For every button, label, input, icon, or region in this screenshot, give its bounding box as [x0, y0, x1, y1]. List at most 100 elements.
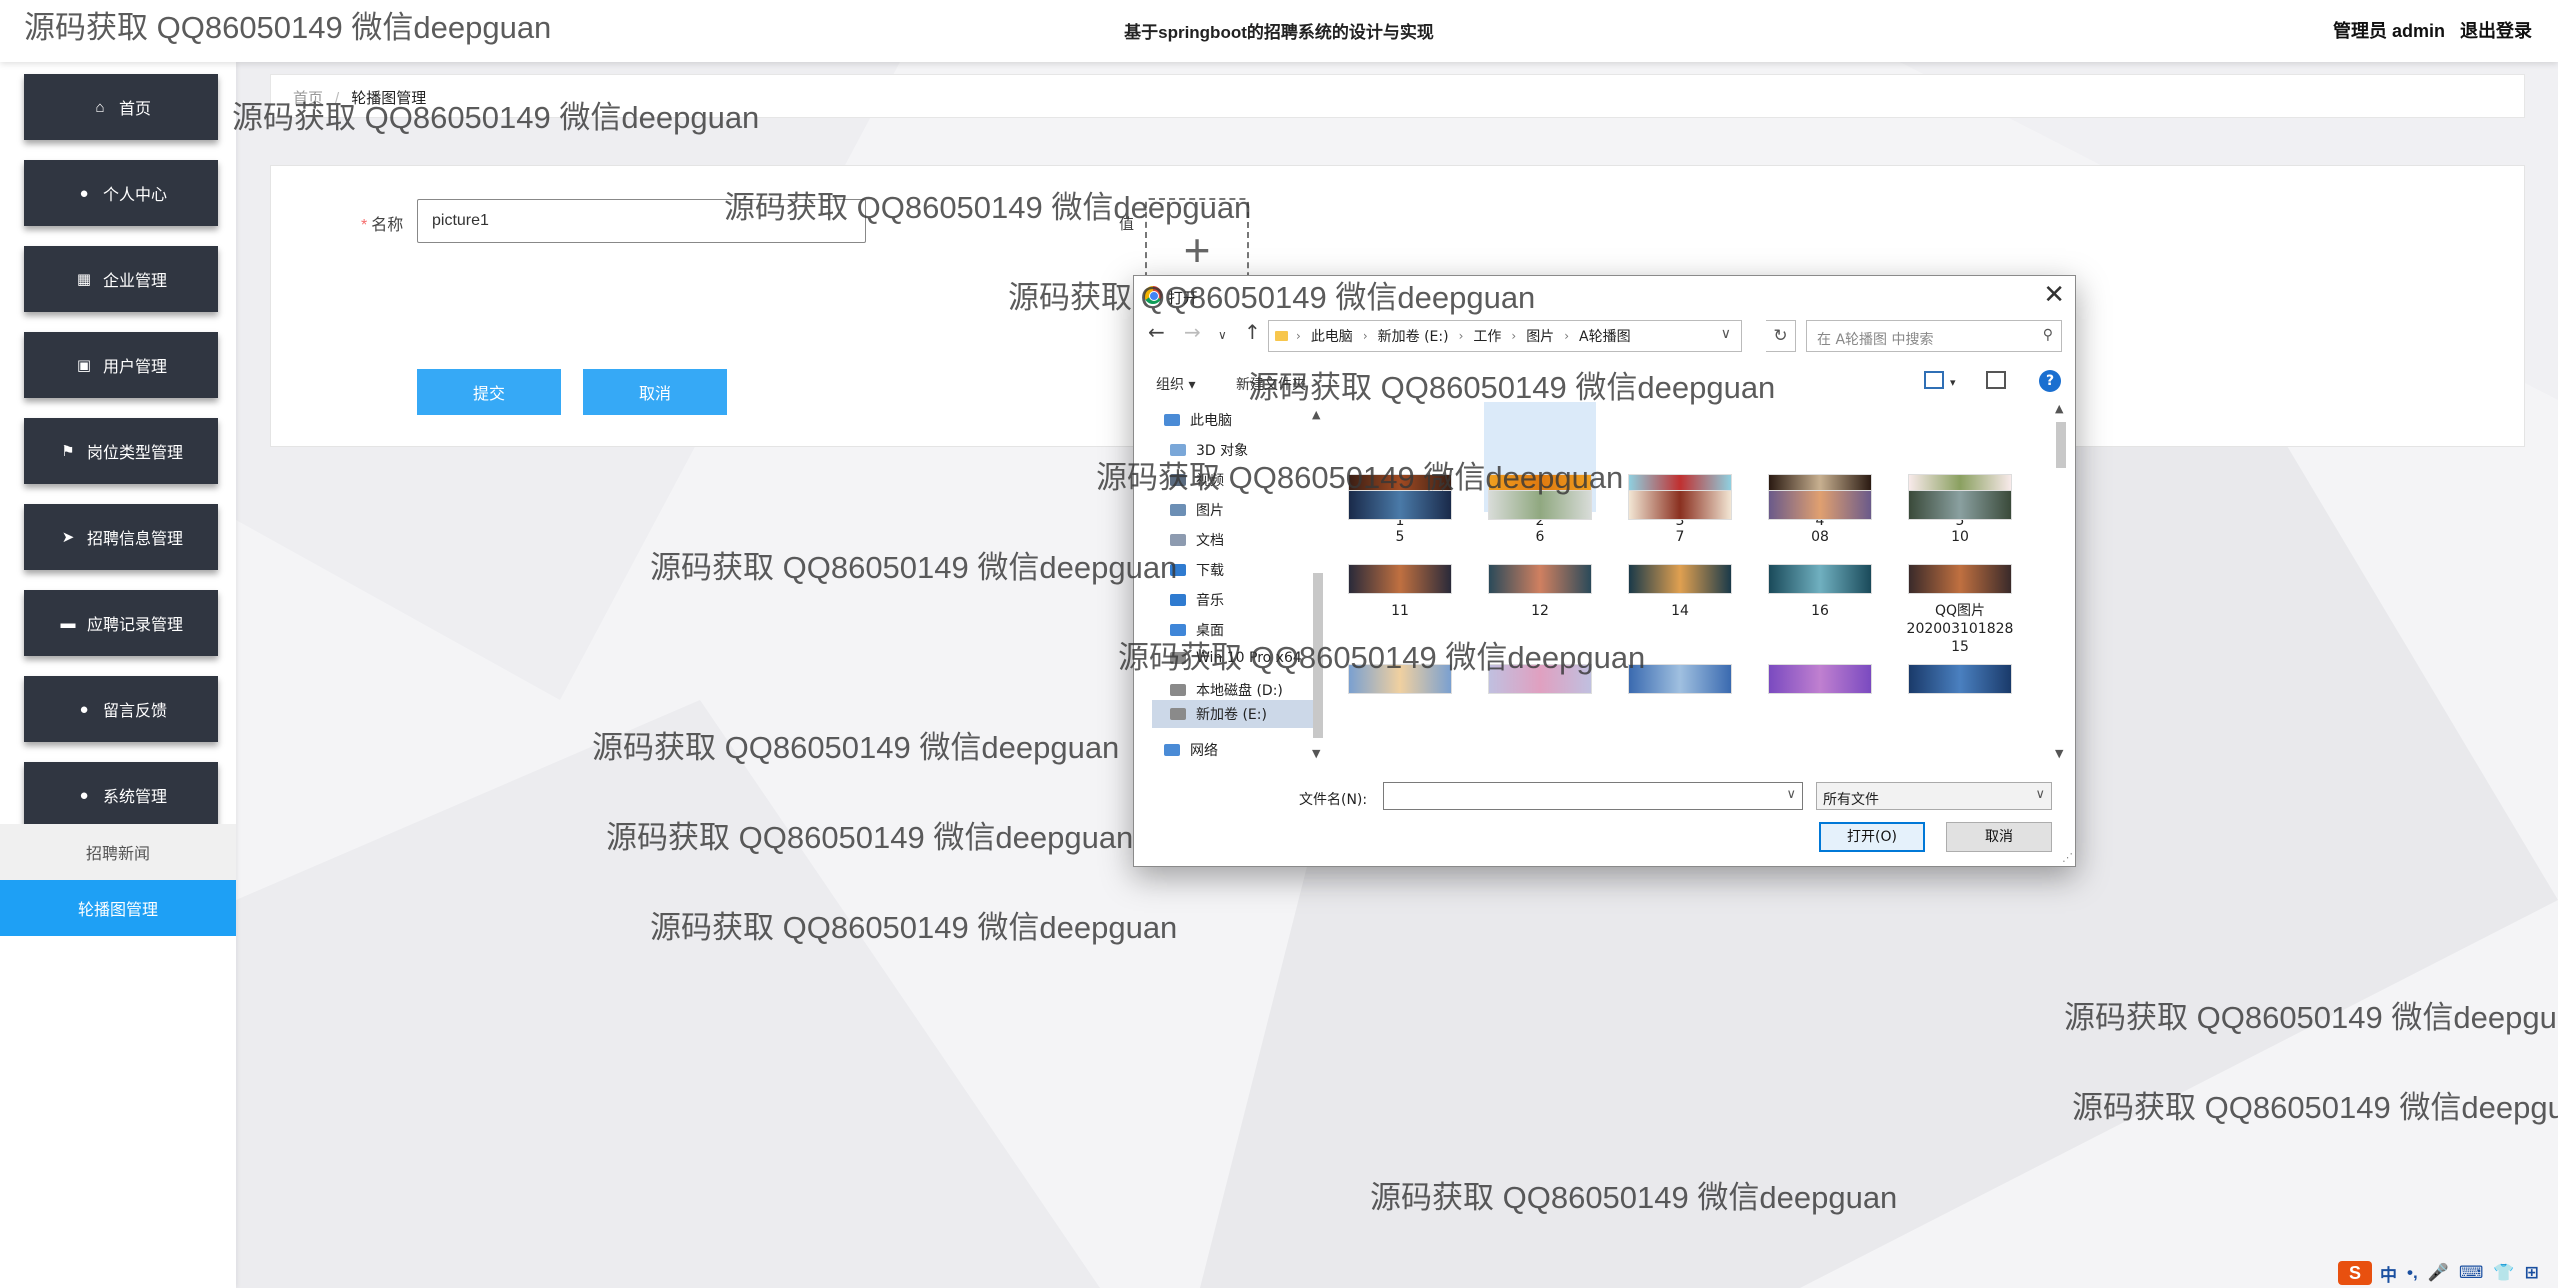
nav-tree-item[interactable]: 下载 — [1170, 560, 1224, 580]
file-name: 10 — [1951, 529, 1969, 545]
file-item[interactable] — [1344, 656, 1456, 746]
open-button[interactable]: 打开(O) — [1819, 822, 1925, 852]
nav-tree-item[interactable]: 图片 — [1170, 500, 1224, 520]
file-item[interactable] — [1764, 656, 1876, 746]
file-item[interactable]: QQ图片 202003101828 15 — [1904, 556, 2016, 655]
skin-icon[interactable]: 👕 — [2493, 1263, 2514, 1283]
nav-tree-item[interactable]: 本地磁盘 (D:) — [1170, 680, 1283, 700]
path-segment[interactable]: 此电脑 — [1311, 326, 1353, 346]
chevron-down-icon[interactable]: ∨ — [1721, 326, 1731, 342]
file-name: 08 — [1811, 529, 1829, 545]
image-thumbnail — [1628, 564, 1732, 594]
image-thumbnail — [1628, 490, 1732, 520]
resize-grip-icon[interactable]: ⋰ — [2062, 851, 2073, 864]
image-thumbnail — [1908, 490, 2012, 520]
file-item[interactable] — [1624, 656, 1736, 746]
name-input[interactable] — [417, 199, 866, 243]
filename-input[interactable]: ∨ — [1383, 782, 1803, 810]
scroll-down-icon[interactable]: ▼ — [2055, 747, 2063, 760]
nav-tree-item[interactable]: 视频 — [1170, 470, 1224, 490]
ime-toolbar[interactable]: S 中 •, 🎤 ⌨ 👕 ⊞ — [2338, 1260, 2549, 1286]
sogou-logo-icon[interactable]: S — [2338, 1261, 2372, 1285]
nav-tree-item[interactable]: 文档 — [1170, 530, 1224, 550]
breadcrumb-home[interactable]: 首页 — [293, 90, 323, 107]
sidebar-subitem-carousel[interactable]: 轮播图管理 — [0, 880, 236, 936]
scroll-up-icon[interactable]: ▲ — [1312, 408, 1320, 421]
sidebar-item-personal-center[interactable]: ● 个人中心 — [24, 160, 218, 226]
refresh-icon[interactable]: ↻ — [1766, 320, 1796, 352]
ime-lang-icon[interactable]: 中 — [2380, 1261, 2397, 1286]
help-icon[interactable]: ? — [2039, 370, 2061, 392]
file-item[interactable]: 12 — [1484, 556, 1596, 646]
image-thumbnail — [1488, 490, 1592, 520]
path-segment[interactable]: A轮播图 — [1579, 326, 1631, 346]
image-thumbnail — [1768, 490, 1872, 520]
tree-scrollbar[interactable]: ▲ ▼ — [1309, 408, 1325, 760]
scroll-down-icon[interactable]: ▼ — [1312, 747, 1320, 760]
sidebar-item-job-types[interactable]: ⚑ 岗位类型管理 — [24, 418, 218, 484]
submit-button[interactable]: 提交 — [417, 369, 561, 415]
sidebar-item-applications[interactable]: ▬ 应聘记录管理 — [24, 590, 218, 656]
clipboard-icon: ▣ — [76, 357, 92, 374]
breadcrumb-separator: / — [335, 90, 340, 107]
recent-dropdown-icon[interactable]: ∨ — [1218, 328, 1227, 342]
organize-button[interactable]: 组织 ▾ — [1156, 374, 1195, 394]
nav-tree-item[interactable]: 此电脑 — [1164, 410, 1232, 430]
file-item[interactable] — [1904, 656, 2016, 746]
sidebar-item-feedback[interactable]: ● 留言反馈 — [24, 676, 218, 742]
sidebar-item-company[interactable]: ▦ 企业管理 — [24, 246, 218, 312]
sidebar-item-label: 系统管理 — [102, 789, 167, 806]
logout-link[interactable]: 退出登录 — [2460, 21, 2532, 41]
nav-tree-item[interactable]: 桌面 — [1170, 620, 1224, 640]
new-folder-button[interactable]: 新建文件夹 — [1236, 374, 1306, 394]
up-arrow-icon[interactable]: ↑ — [1244, 320, 1261, 344]
path-segment[interactable]: 工作 — [1473, 326, 1501, 346]
sidebar-item-label: 岗位类型管理 — [86, 445, 183, 462]
scroll-thumb[interactable] — [2056, 422, 2066, 468]
microphone-icon[interactable]: 🎤 — [2428, 1263, 2449, 1283]
filetype-select[interactable]: 所有文件 ∨ — [1816, 782, 2052, 810]
back-arrow-icon[interactable]: ← — [1148, 320, 1165, 344]
dialog-cancel-button[interactable]: 取消 — [1946, 822, 2052, 852]
close-icon[interactable]: ✕ — [2043, 280, 2065, 310]
search-placeholder: 在 A轮播图 中搜索 — [1817, 332, 1934, 348]
grid-icon: ▦ — [76, 271, 92, 288]
sidebar-item-home[interactable]: ⌂ 首页 — [24, 74, 218, 140]
nav-tree-item[interactable]: 网络 — [1164, 740, 1218, 760]
file-item[interactable]: 14 — [1624, 556, 1736, 646]
view-dropdown-icon[interactable]: ▾ — [1950, 376, 1956, 389]
sidebar-item-users[interactable]: ▣ 用户管理 — [24, 332, 218, 398]
nav-tree-item[interactable]: 音乐 — [1170, 590, 1224, 610]
home-icon: ⌂ — [95, 98, 105, 116]
file-item[interactable] — [1484, 656, 1596, 746]
forward-arrow-icon[interactable]: → — [1184, 320, 1201, 344]
address-bar[interactable]: › 此电脑 › 新加卷 (E:) › 工作 › 图片 › A轮播图 ∨ — [1268, 320, 1742, 352]
image-thumbnail — [1348, 490, 1452, 520]
file-item[interactable]: 11 — [1344, 556, 1456, 646]
scroll-up-icon[interactable]: ▲ — [2055, 402, 2063, 415]
nav-tree-item[interactable]: 新加卷 (E:) — [1152, 700, 1322, 728]
view-mode-icon[interactable] — [1924, 371, 1944, 389]
nav-tree-item[interactable]: Win 10 Pro x64 — [1170, 650, 1302, 666]
search-input[interactable]: 在 A轮播图 中搜索 ⚲ — [1806, 320, 2062, 352]
file-grid-scrollbar[interactable]: ▲ ▼ — [2052, 402, 2070, 760]
toolbox-icon[interactable]: ⊞ — [2525, 1263, 2539, 1283]
keyboard-icon[interactable]: ⌨ — [2459, 1263, 2484, 1283]
preview-pane-icon[interactable] — [1986, 371, 2006, 389]
file-item[interactable]: 16 — [1764, 556, 1876, 646]
chevron-down-icon[interactable]: ∨ — [1786, 787, 1796, 802]
path-segment[interactable]: 图片 — [1526, 326, 1554, 346]
cancel-button[interactable]: 取消 — [583, 369, 727, 415]
sidebar-item-system[interactable]: ● 系统管理 — [24, 762, 218, 828]
nav-tree-item[interactable]: 3D 对象 — [1170, 440, 1248, 460]
nav-tree-label: 视频 — [1196, 473, 1224, 489]
filename-label: 文件名(N): — [1299, 792, 1368, 808]
watermark: 源码获取 QQ86050149 微信deepguan — [606, 820, 1134, 855]
scroll-thumb[interactable] — [1313, 573, 1323, 738]
punctuation-icon[interactable]: •, — [2407, 1263, 2418, 1283]
image-thumbnail — [1348, 564, 1452, 594]
sidebar-item-job-info[interactable]: ➤ 招聘信息管理 — [24, 504, 218, 570]
path-segment[interactable]: 新加卷 (E:) — [1378, 326, 1449, 346]
sidebar-subitem-news[interactable]: 招聘新闻 — [0, 824, 236, 880]
file-name: QQ图片 202003101828 15 — [1906, 603, 2014, 655]
